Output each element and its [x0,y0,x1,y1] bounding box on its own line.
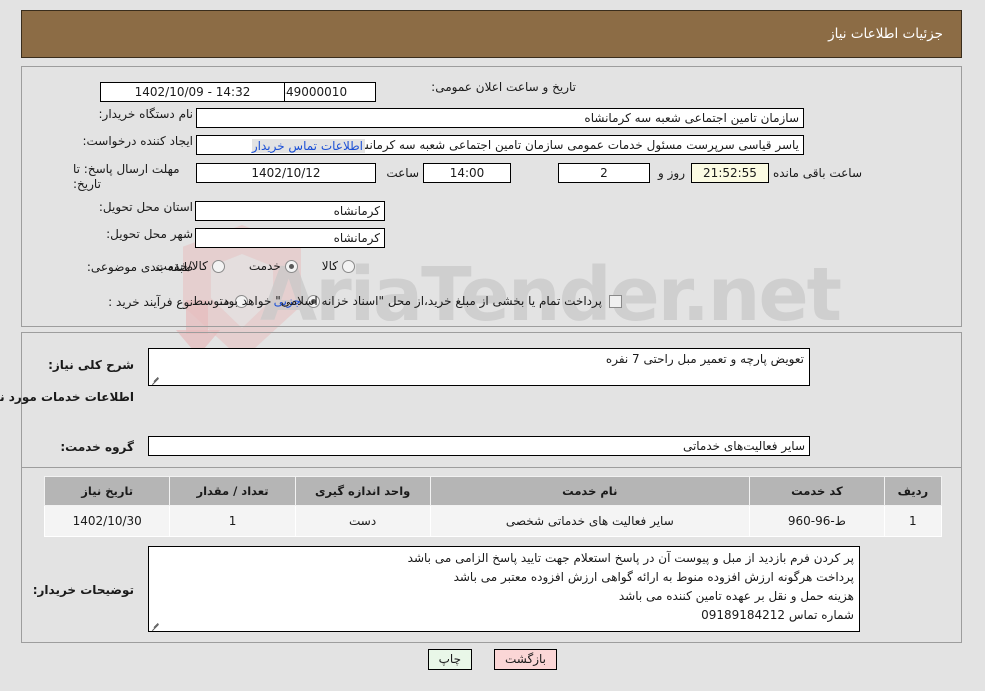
treasury-checkbox[interactable] [609,294,622,308]
resize-grip-icon[interactable] [151,375,160,384]
buyer-comments-box[interactable]: پر کردن فرم بازدید از مبل و پیوست آن در … [148,546,860,632]
buyer-org-value: سازمان تامین اجتماعی شعبه سه کرمانشاه [196,108,804,128]
need-info-panel [21,66,962,327]
category-radio-khedmat[interactable] [284,259,298,273]
process-type-label: نوع فرآیند خرید : [108,295,193,309]
section-divider [21,467,962,468]
print-button[interactable]: چاپ [427,649,472,670]
need-description-value: تعویض پارچه و تعمیر مبل راحتی 7 نفره [605,352,804,366]
province-label: استان محل تحویل: [98,200,193,214]
page-header: جزئیات اطلاعات نیاز [21,10,962,58]
category-radio-kala-label[interactable]: کالا [322,259,338,273]
cell-service-code: ط-96-960 [749,505,885,537]
city-value: کرمانشاه [195,228,385,248]
cell-unit: دست [294,505,431,537]
city-label: شهر محل تحویل: [106,227,193,241]
col-service-name: نام خدمت [429,476,751,506]
col-need-date: تاریخ نیاز [43,476,171,506]
deadline-label: مهلت ارسال پاسخ: تا تاریخ: [73,162,180,191]
table-header-row: ردیف کد خدمت نام خدمت واحد اندازه گیری ت… [43,476,943,506]
services-section-heading: اطلاعات خدمات مورد نیاز [0,390,134,404]
announce-datetime-value: 14:32 - 1402/10/09 [100,82,285,102]
service-group-value: سایر فعالیت‌های خدماتی [148,436,810,456]
category-radio-kala[interactable] [342,259,355,273]
col-quantity: تعداد / مقدار [169,476,296,506]
buyer-comment-line-1: پر کردن فرم بازدید از مبل و پیوست آن در … [407,551,854,565]
col-unit: واحد اندازه گیری [294,476,431,506]
remaining-time-label: ساعت باقی مانده [772,166,862,180]
page-title: جزئیات اطلاعات نیاز [828,26,943,42]
buyer-comment-line-4: شماره تماس 09189184212 [701,608,854,622]
back-button[interactable]: بازگشت [494,649,557,670]
category-radio-khedmat-label[interactable]: خدمت [249,259,281,273]
service-group-label: گروه خدمت: [60,440,134,454]
col-service-code: کد خدمت [749,476,885,506]
remaining-days-value: 2 [558,163,650,183]
cell-need-date: 1402/10/30 [43,505,171,537]
category-radio-group: کالا خدمت کالا/خدمت [156,259,355,273]
deadline-hour-value: 14:00 [423,163,511,183]
cell-row-no: 1 [883,505,943,537]
buyer-comment-line-2: پرداخت هرگونه ارزش افزوده منوط به ارائه … [453,570,854,584]
buyer-comment-line-3: هزینه حمل و نقل بر عهده تامین کننده می ب… [618,589,854,603]
services-table: ردیف کد خدمت نام خدمت واحد اندازه گیری ت… [43,476,943,537]
need-description-label: شرح کلی نیاز: [48,358,134,372]
treasury-note: پرداخت تمام یا بخشی از مبلغ خرید،از محل … [219,294,602,308]
requester-label: ایجاد کننده درخواست: [82,134,193,148]
buyer-contact-link[interactable]: اطلاعات تماس خریدار [251,139,365,153]
buyer-comments-label: توضیحات خریدار: [32,583,134,597]
table-row: 1 ط-96-960 سایر فعالیت های خدماتی شخصی د… [43,505,943,537]
cell-service-name: سایر فعالیت های خدماتی شخصی [429,505,751,537]
buyer-org-label: نام دستگاه خریدار: [98,107,194,121]
deadline-date-value: 1402/10/12 [196,163,376,183]
announce-datetime-label: تاریخ و ساعت اعلان عمومی: [431,80,576,94]
col-row-no: ردیف [883,476,943,506]
footer-buttons: بازگشت چاپ [427,649,557,670]
need-description-box[interactable]: تعویض پارچه و تعمیر مبل راحتی 7 نفره [148,348,810,386]
remaining-days-label: روز و [658,166,685,180]
deadline-hour-label: ساعت [386,166,419,180]
cell-quantity: 1 [169,505,296,537]
category-radio-kala-khedmat[interactable] [211,259,225,273]
province-value: کرمانشاه [195,201,385,221]
category-radio-kala-khedmat-label[interactable]: کالا/خدمت [156,259,208,273]
remaining-time-countdown: 21:52:55 [691,163,769,183]
